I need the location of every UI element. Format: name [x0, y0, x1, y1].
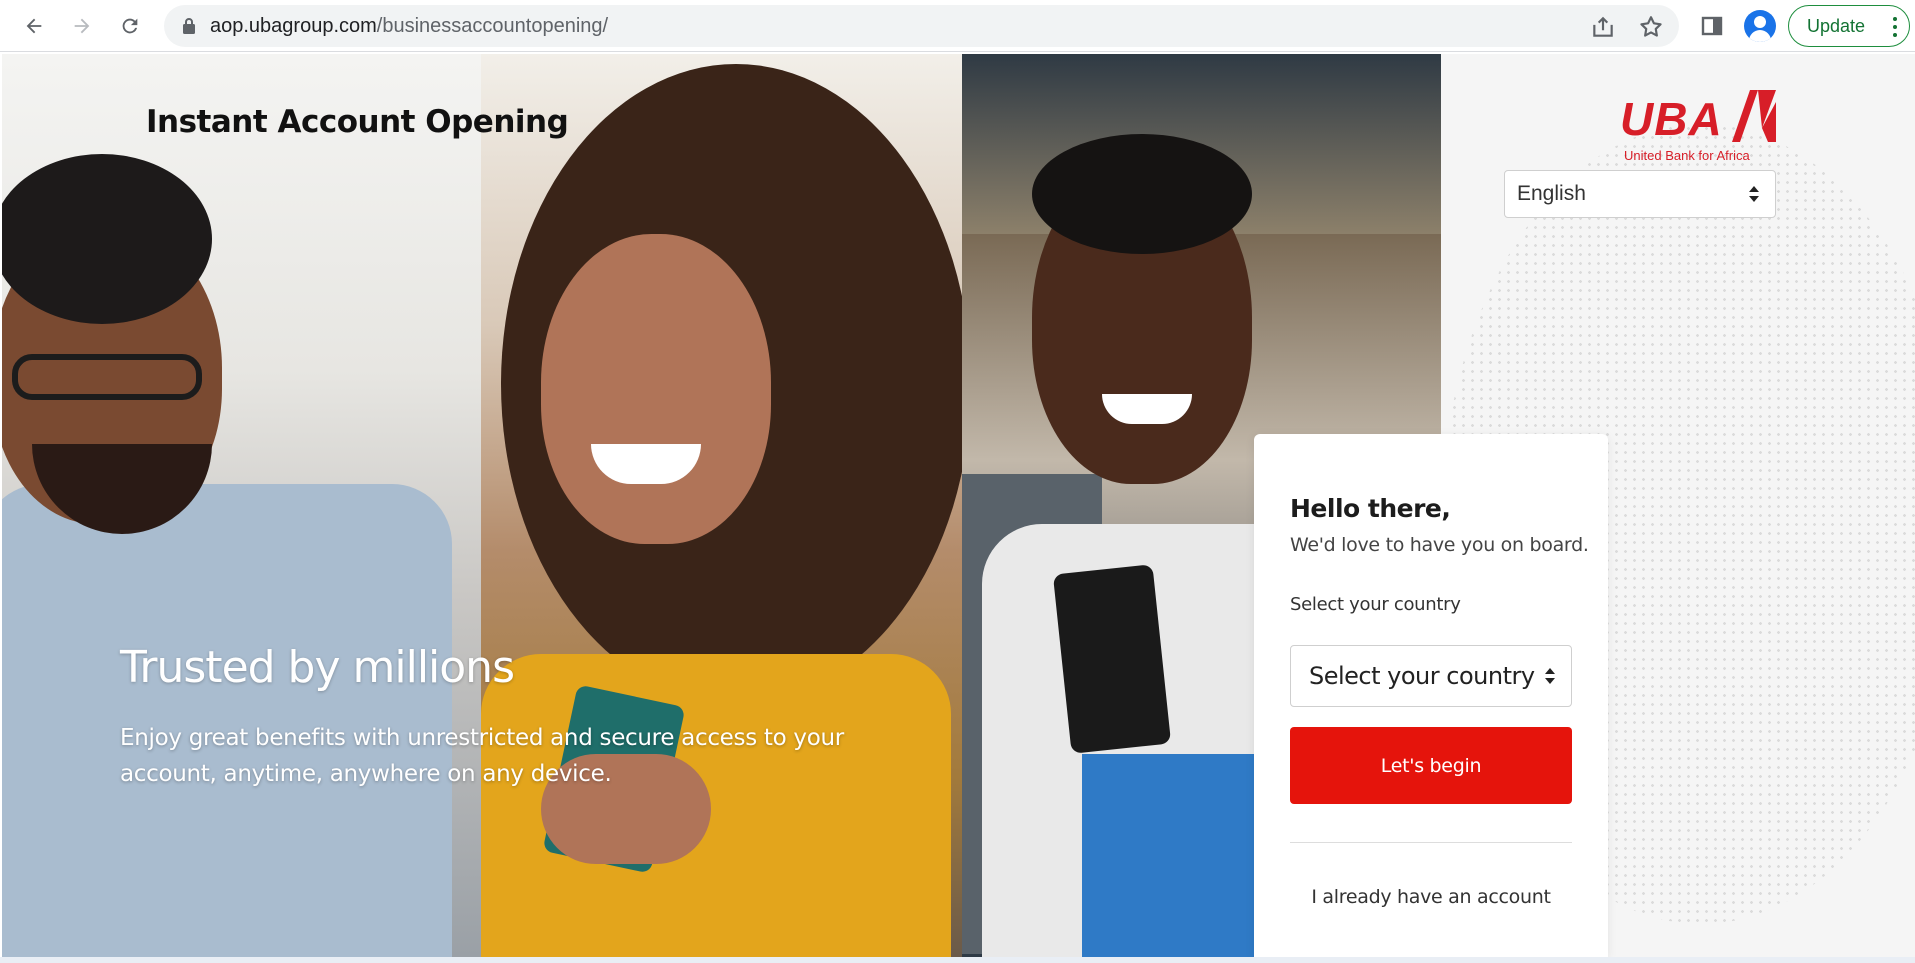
logo-mark-icon [1732, 90, 1776, 142]
select-arrows-icon [1749, 186, 1759, 202]
country-select[interactable]: Select your country [1290, 645, 1572, 707]
hero-text: Enjoy great benefits with unrestricted a… [120, 725, 844, 787]
url-domain: aop.ubagroup.com [210, 14, 377, 37]
lets-begin-button[interactable]: Let's begin [1290, 727, 1572, 804]
country-label: Select your country [1290, 594, 1461, 615]
reload-button[interactable] [112, 8, 148, 44]
back-arrow-icon [26, 18, 42, 34]
hero-photo-woman-phone [481, 54, 962, 957]
star-icon[interactable] [1638, 14, 1664, 40]
forward-button[interactable] [64, 8, 100, 44]
page-bottom-edge [0, 957, 1915, 963]
photo-glasses [12, 354, 202, 400]
share-icon[interactable] [1590, 14, 1616, 40]
language-select[interactable]: English [1504, 170, 1776, 218]
avatar-head [1754, 16, 1766, 28]
logo-wordmark: UBA [1620, 93, 1723, 145]
reload-icon [122, 18, 138, 34]
logo-tagline: United Bank for Africa [1624, 148, 1750, 163]
page-title: Instant Account Opening [146, 104, 569, 140]
profile-avatar[interactable] [1744, 10, 1776, 42]
welcome-card: Hello there, We'd love to have you on bo… [1254, 434, 1608, 957]
url-path: /businessaccountopening/ [376, 14, 609, 37]
side-panel-button[interactable] [1696, 10, 1728, 42]
avatar-body [1749, 30, 1771, 42]
language-selected: English [1517, 182, 1586, 205]
photo-hair [2, 154, 212, 324]
card-subtitle: We'd love to have you on board. [1290, 534, 1589, 556]
update-label: Update [1807, 15, 1866, 36]
photo-phone [1052, 564, 1172, 754]
browser-toolbar: aop.ubagroup.com/businessaccountopening/… [0, 0, 1915, 52]
hero-photo-man-glasses [2, 54, 481, 957]
side-panel-icon [1701, 16, 1723, 36]
forward-arrow-icon [74, 18, 90, 34]
lock-icon [183, 18, 195, 34]
existing-account-link[interactable]: I already have an account [1290, 886, 1572, 908]
photo-hair [1032, 134, 1252, 254]
card-title: Hello there, [1290, 494, 1451, 523]
update-button[interactable]: Update [1788, 5, 1910, 47]
hero-heading: Trusted by millions [120, 642, 515, 693]
photo-face [541, 234, 771, 544]
divider [1290, 842, 1572, 843]
country-selected: Select your country [1309, 662, 1535, 690]
more-vert-icon[interactable] [1893, 17, 1897, 37]
back-button[interactable] [16, 8, 52, 44]
url-text: aop.ubagroup.com/businessaccountopening/ [210, 15, 608, 38]
select-arrows-icon [1545, 668, 1555, 684]
address-bar[interactable]: aop.ubagroup.com/businessaccountopening/ [164, 5, 1679, 47]
web-page: Instant Account Opening Trusted by milli… [2, 54, 1915, 957]
